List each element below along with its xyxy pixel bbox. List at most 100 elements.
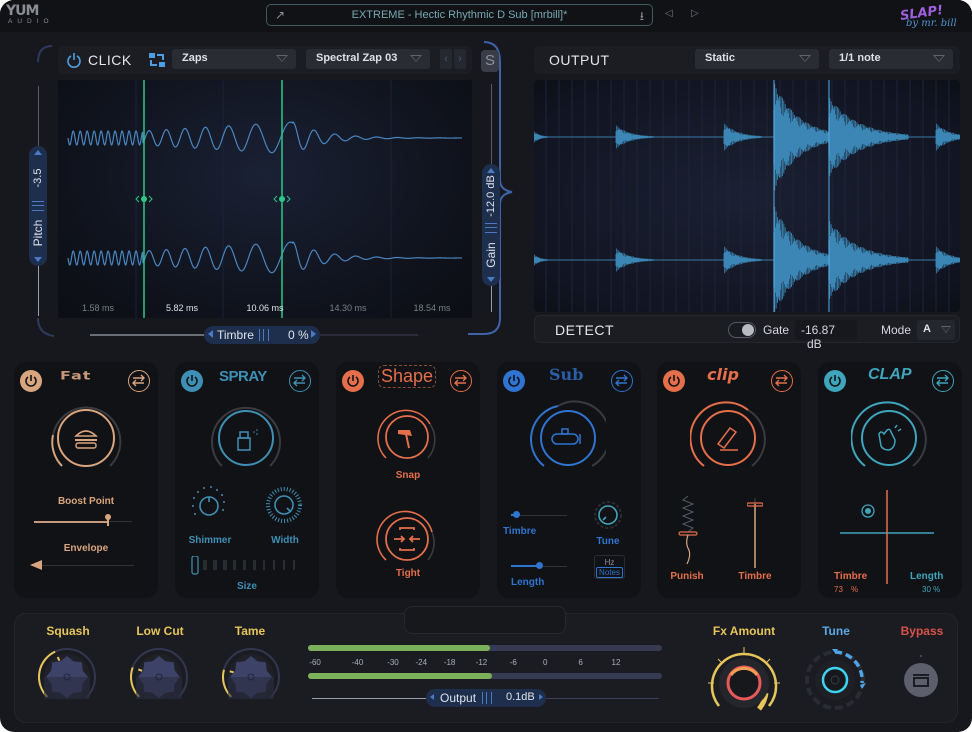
fat-title: Fat	[60, 368, 92, 383]
timbre-slider[interactable]: Timbre 0 %	[204, 326, 320, 344]
click-sample-dropdown[interactable]: Spectral Zap 03	[306, 49, 430, 69]
clap-timbre-unit: %	[851, 585, 859, 594]
click-power-icon[interactable]	[66, 52, 82, 68]
output-left-arrow-icon[interactable]	[430, 694, 434, 700]
gate-value: -16.87	[801, 323, 836, 337]
detect-mode-dropdown[interactable]: A	[917, 320, 955, 340]
knob-indicator	[229, 670, 234, 674]
sub-power-button[interactable]	[503, 370, 525, 392]
pitch-up-arrow-icon[interactable]	[34, 150, 42, 155]
tight-knob[interactable]	[376, 508, 438, 568]
shimmer-knob[interactable]	[189, 484, 229, 524]
output-waveform-display[interactable]	[533, 80, 961, 314]
click-waveform-display[interactable]: 1.58 ms 5.82 ms 10.06 ms 14.30 ms 18.54 ms	[58, 80, 476, 318]
meter-scale-tick: -40	[351, 658, 364, 667]
tame-knob[interactable]	[220, 646, 282, 708]
unit-notes[interactable]: Notes	[596, 567, 623, 578]
solo-button[interactable]: S	[481, 50, 499, 72]
sub-length-handle[interactable]	[536, 562, 543, 569]
detect-mode-value: A	[923, 323, 931, 335]
shape-title: Shape	[378, 365, 437, 388]
clap-knob[interactable]	[851, 400, 927, 476]
unit-hz[interactable]: Hz	[595, 558, 624, 567]
bottom-tab[interactable]	[404, 606, 566, 634]
spray-power-button[interactable]	[181, 370, 203, 392]
meter-left	[308, 645, 662, 651]
output-track-left	[312, 698, 426, 699]
snap-knob[interactable]	[376, 406, 438, 466]
clip-power-button[interactable]	[663, 370, 685, 392]
output-gain-slider[interactable]: Output 0.1dB	[426, 689, 546, 707]
clap-power-button[interactable]	[824, 370, 846, 392]
clap-length-label: Length	[910, 571, 944, 582]
click-category-value: Zaps	[182, 52, 208, 64]
pitch-slider[interactable]: -3.5 Pitch	[29, 146, 47, 266]
timbre-value: 0 %	[288, 328, 309, 342]
fat-swap-button[interactable]	[128, 370, 150, 392]
click-wave-channel	[67, 241, 463, 274]
sub-timbre-handle[interactable]	[513, 511, 520, 518]
clap-swap-button[interactable]	[932, 370, 954, 392]
boost-point-fill	[34, 521, 108, 523]
gain-slider[interactable]: -12.0 dB Gain	[482, 164, 500, 286]
sub-tune-knob[interactable]	[593, 500, 623, 530]
spray-knob[interactable]	[208, 400, 284, 476]
time-tick-label: 5.82 ms	[166, 303, 199, 313]
output-division-dropdown[interactable]: 1/1 note	[829, 49, 953, 69]
timbre-right-arrow-icon[interactable]	[311, 330, 316, 338]
size-selector[interactable]	[191, 556, 305, 576]
gate-toggle[interactable]	[728, 322, 756, 338]
pitch-grip[interactable]	[32, 201, 44, 211]
timbre-left-arrow-icon[interactable]	[208, 330, 213, 338]
click-category-dropdown[interactable]: Zaps	[172, 49, 296, 69]
output-right-arrow-icon[interactable]	[539, 694, 543, 700]
randomize-icon[interactable]	[148, 52, 166, 68]
sub-swap-button[interactable]	[611, 370, 633, 392]
fx-amount-knob[interactable]	[704, 643, 784, 723]
output-mode-dropdown[interactable]: Static	[695, 49, 819, 69]
clip-timbre-slider[interactable]	[747, 498, 763, 574]
width-knob[interactable]	[265, 486, 303, 524]
envelope-handle[interactable]	[30, 560, 42, 570]
sub-unit-toggle[interactable]: Hz Notes	[594, 555, 625, 579]
sub-knob[interactable]	[530, 400, 606, 476]
tune-knob[interactable]	[802, 643, 872, 723]
marker-handle[interactable]	[279, 196, 285, 202]
marker-handle[interactable]	[141, 196, 147, 202]
clip-title: CLIP	[707, 365, 739, 384]
punish-slider[interactable]	[675, 494, 701, 574]
meter-scale-tick: -18	[443, 658, 456, 667]
bypass-button[interactable]	[904, 663, 938, 697]
shape-swap-button[interactable]	[450, 370, 472, 392]
clip-swap-button[interactable]	[771, 370, 793, 392]
gate-label: Gate	[763, 323, 790, 337]
squash-knob[interactable]	[36, 646, 98, 708]
shape-power-button[interactable]	[342, 370, 364, 392]
fat-knob[interactable]	[48, 400, 124, 476]
low-cut-knob[interactable]	[128, 646, 190, 708]
gain-down-arrow-icon[interactable]	[487, 277, 495, 282]
fat-power-button[interactable]	[20, 370, 42, 392]
sample-next-button[interactable]: ›	[454, 49, 466, 69]
gain-grip[interactable]	[485, 223, 497, 233]
output-grip[interactable]	[482, 692, 492, 704]
spray-swap-button[interactable]	[289, 370, 311, 392]
knob-indicator	[137, 668, 143, 672]
clapping-hands-icon	[878, 424, 902, 451]
gate-value-field[interactable]: -16.87 dB	[795, 320, 857, 351]
gain-track-top	[491, 84, 492, 164]
swap-icon	[293, 374, 306, 387]
swap-icon	[132, 374, 145, 387]
timbre-grip[interactable]	[259, 329, 269, 341]
power-icon	[668, 375, 680, 387]
tune-label: Tune	[822, 624, 850, 638]
pitch-track-bottom	[38, 266, 39, 316]
output-transient	[615, 125, 654, 149]
pitch-down-arrow-icon[interactable]	[34, 257, 42, 262]
click-sample-value: Spectral Zap 03	[316, 52, 398, 64]
output-waveform	[533, 80, 961, 314]
output-label: Output	[440, 691, 477, 705]
sample-prev-button[interactable]: ‹	[440, 49, 452, 69]
clip-knob[interactable]	[690, 400, 766, 476]
shimmer-label: Shimmer	[188, 535, 232, 546]
